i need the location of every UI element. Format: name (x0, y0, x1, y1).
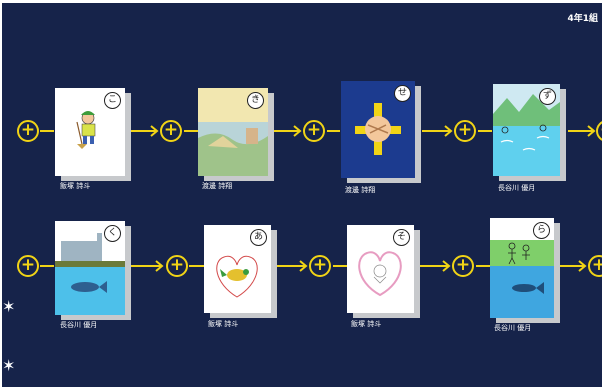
card-drawing: あ (204, 225, 271, 313)
kana-badge: あ (250, 229, 267, 246)
kana-badge: ず (539, 88, 556, 105)
scroll-left-arrow-icon[interactable]: ✶ (2, 358, 15, 374)
card-drawing: せ (341, 81, 415, 178)
add-card-button[interactable]: + (309, 255, 331, 277)
story-card[interactable]: あ (204, 225, 277, 318)
add-card-button[interactable]: + (17, 120, 39, 142)
kana-badge: こ (104, 92, 121, 109)
card-drawing: ら (490, 218, 554, 318)
kana-badge: き (247, 92, 264, 109)
story-card[interactable]: こ (55, 88, 131, 181)
card-author: 長谷川 優月 (494, 324, 532, 332)
card-author: 飯塚 詩斗 (351, 320, 382, 328)
kana-badge: せ (394, 85, 411, 102)
add-card-button[interactable]: + (160, 120, 182, 142)
add-card-button[interactable]: + (303, 120, 325, 142)
kana-badge: く (104, 225, 121, 242)
card-drawing: そ (347, 225, 414, 313)
scroll-left-arrow-icon[interactable]: ✶ (2, 299, 15, 315)
card-drawing: き (198, 88, 268, 176)
card-author: 渡邊 詩翔 (202, 182, 233, 190)
card-author: 渡邊 詩翔 (345, 186, 376, 194)
story-card[interactable]: ず (493, 84, 566, 181)
add-card-button[interactable]: + (166, 255, 188, 277)
card-drawing: ず (493, 84, 560, 176)
add-card-button[interactable]: + (454, 120, 476, 142)
card-author: 飯塚 詩斗 (208, 320, 239, 328)
card-author: 長谷川 優月 (60, 321, 98, 329)
story-card[interactable]: せ (341, 81, 421, 183)
story-card[interactable]: そ (347, 225, 420, 318)
card-drawing: こ (55, 88, 125, 176)
add-card-button[interactable]: + (17, 255, 39, 277)
kana-badge: ら (533, 222, 550, 239)
story-card[interactable]: ら (490, 218, 560, 323)
card-author: 長谷川 優月 (498, 184, 536, 192)
add-card-button[interactable]: + (452, 255, 474, 277)
story-board: 4年1組 + + + + + + + + + + (2, 3, 602, 387)
kana-badge: そ (393, 229, 410, 246)
story-card[interactable]: き (198, 88, 274, 181)
card-drawing: く (55, 221, 125, 315)
card-author: 飯塚 詩斗 (60, 182, 91, 190)
story-card[interactable]: く (55, 221, 131, 320)
